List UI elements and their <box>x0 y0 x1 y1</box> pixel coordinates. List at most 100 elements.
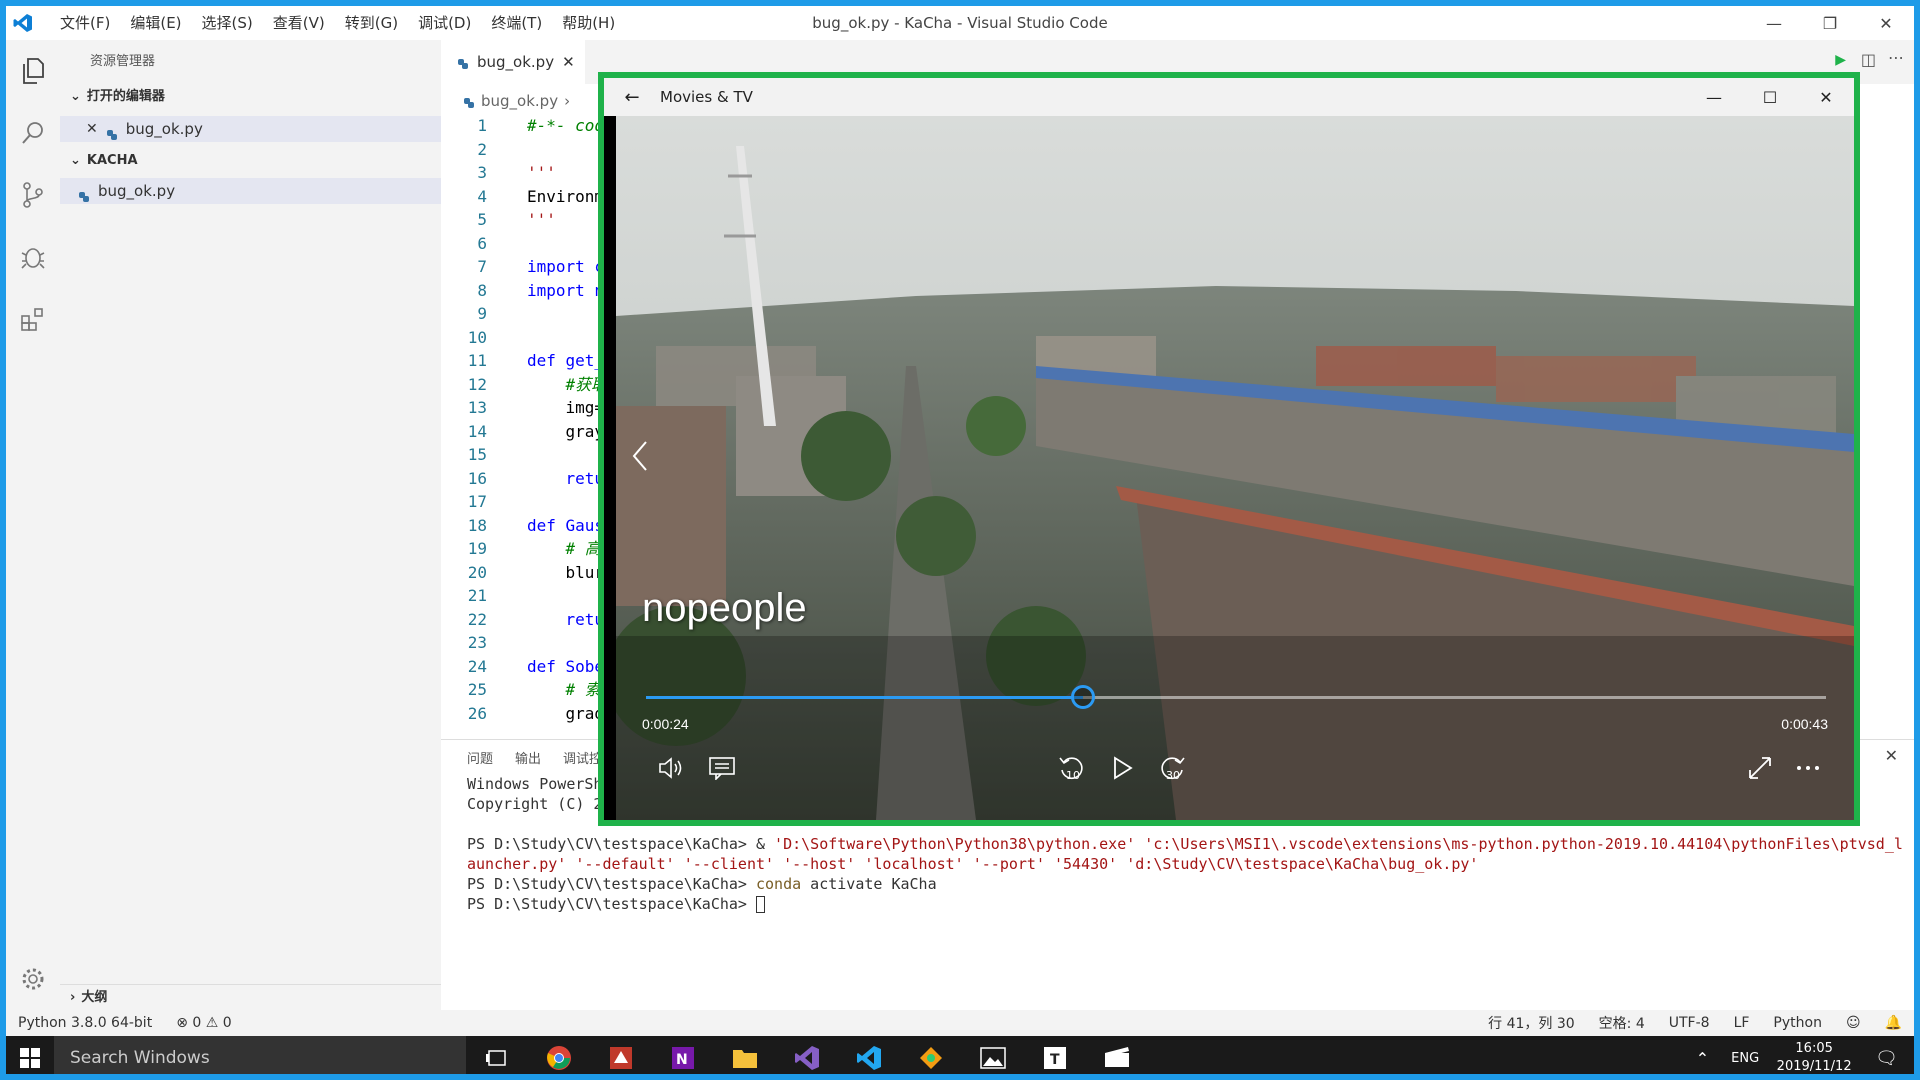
menu-item[interactable]: 查看(V) <box>263 6 335 40</box>
typora-icon[interactable]: T <box>1024 1036 1086 1074</box>
problems-count[interactable]: ⊗ 0 ⚠ 0 <box>164 1015 243 1031</box>
chevron-up-icon[interactable]: ⌃ <box>1684 1049 1721 1068</box>
code-text: import nu <box>527 280 614 300</box>
open-editor-item[interactable]: ✕ bug_ok.py <box>60 116 441 142</box>
more-actions-icon[interactable]: ⋯ <box>1888 48 1904 67</box>
seek-thumb[interactable] <box>1070 685 1095 709</box>
fullscreen-icon[interactable] <box>1740 748 1780 788</box>
terminal-string: auncher.py' '--default' '--client' '--ho… <box>467 855 1479 873</box>
close-icon[interactable]: ✕ <box>86 116 98 142</box>
notifications-bell-icon[interactable]: 🔔 <box>1873 1015 1914 1031</box>
open-editors-section[interactable]: ⌄ 打开的编辑器 <box>60 84 441 110</box>
game-app-icon[interactable] <box>590 1036 652 1074</box>
git-app-icon[interactable] <box>900 1036 962 1074</box>
line-ending[interactable]: LF <box>1722 1015 1762 1031</box>
clock-date: 2019/11/12 <box>1776 1059 1852 1074</box>
panel-close-icon[interactable]: ✕ <box>1885 746 1898 765</box>
menu-bar: 文件(F) 编辑(E) 选择(S) 查看(V) 转到(G) 调试(D) 终端(T) 帮助(H) <box>50 6 625 40</box>
encoding[interactable]: UTF-8 <box>1657 1015 1722 1031</box>
windows-start-icon[interactable] <box>6 1036 54 1074</box>
previous-chevron-icon[interactable] <box>626 436 656 476</box>
movies-tv-window: ← Movies & TV — ☐ ✕ nopeople 0:00:24 0:0… <box>598 72 1860 826</box>
panel-tab[interactable]: 调试控 <box>563 748 602 767</box>
minimize-button[interactable]: — <box>1746 6 1802 40</box>
split-editor-icon[interactable]: ◫ <box>1861 50 1876 69</box>
line-number: 8 <box>477 280 487 300</box>
panel-tab[interactable]: 输出 <box>515 748 541 767</box>
input-language[interactable]: ENG <box>1721 1051 1769 1066</box>
vscode-logo-icon <box>6 6 40 40</box>
open-editors-label: 打开的编辑器 <box>86 89 165 104</box>
volume-icon[interactable] <box>652 748 692 788</box>
more-options-icon[interactable] <box>1788 748 1828 788</box>
movies-maximize-button[interactable]: ☐ <box>1742 78 1798 116</box>
clock-time: 16:05 <box>1795 1041 1833 1056</box>
code-text: img=c <box>527 398 614 417</box>
vscode-taskbar-icon[interactable] <box>838 1036 900 1074</box>
python-interpreter[interactable]: Python 3.8.0 64-bit <box>6 1015 164 1031</box>
taskbar-search[interactable]: Search Windows <box>54 1036 466 1074</box>
clock[interactable]: 16:05 2019/11/12 <box>1769 1040 1859 1074</box>
outline-label: 大纲 <box>81 989 108 1005</box>
menu-item[interactable]: 编辑(E) <box>120 6 191 40</box>
menu-item[interactable]: 文件(F) <box>50 6 120 40</box>
source-control-icon[interactable] <box>6 164 60 226</box>
photos-icon[interactable] <box>962 1036 1024 1074</box>
explorer-icon[interactable] <box>6 40 60 102</box>
indentation[interactable]: 空格: 4 <box>1587 1013 1657 1033</box>
settings-gear-icon[interactable] <box>6 948 60 1010</box>
close-button[interactable]: ✕ <box>1858 6 1914 40</box>
line-number: 23 <box>467 633 487 652</box>
subtitles-icon[interactable] <box>702 748 742 788</box>
prompt: PS D:\Study\CV\testspace\KaCha> <box>467 875 756 893</box>
feedback-smiley-icon[interactable]: ☺ <box>1834 1015 1873 1031</box>
folder-file-item[interactable]: bug_ok.py <box>60 178 441 204</box>
maximize-button[interactable]: ❐ <box>1802 6 1858 40</box>
movies-tv-icon[interactable] <box>1086 1036 1148 1074</box>
debug-icon[interactable] <box>6 226 60 288</box>
seek-bar[interactable] <box>646 685 1826 709</box>
menu-item[interactable]: 选择(S) <box>192 6 263 40</box>
menu-item[interactable]: 转到(G) <box>335 6 408 40</box>
task-view-icon[interactable] <box>466 1036 528 1074</box>
action-center-icon[interactable]: 🗨 <box>1859 1048 1914 1069</box>
code-text: gray= <box>527 421 614 441</box>
line-number: 3 <box>477 163 487 182</box>
terminal-line: PS D:\Study\CV\testspace\KaCha> conda ac… <box>467 874 1914 894</box>
cursor-position[interactable]: 行 41，列 30 <box>1476 1013 1587 1033</box>
movies-titlebar: ← Movies & TV — ☐ ✕ <box>604 78 1854 116</box>
tab-close-icon[interactable]: ✕ <box>562 53 575 71</box>
menu-item[interactable]: 调试(D) <box>408 6 481 40</box>
code-text: retur <box>527 468 614 488</box>
movies-minimize-button[interactable]: — <box>1686 78 1742 116</box>
visual-studio-icon[interactable] <box>776 1036 838 1074</box>
code-text: ''' <box>527 210 556 229</box>
skip-forward-icon[interactable]: 30 <box>1152 748 1192 788</box>
search-icon[interactable] <box>6 102 60 164</box>
language-mode[interactable]: Python <box>1761 1015 1834 1031</box>
run-icon[interactable]: ▶ <box>1835 52 1846 68</box>
video-frame[interactable]: nopeople 0:00:24 0:00:43 10 30 <box>616 116 1854 820</box>
search-placeholder: Search Windows <box>70 1048 210 1068</box>
onenote-icon[interactable]: N <box>652 1036 714 1074</box>
seek-progress <box>646 696 1083 699</box>
skip-forward-label: 30 <box>1166 769 1180 782</box>
outline-section[interactable]: › 大纲 <box>60 984 441 1010</box>
movies-close-button[interactable]: ✕ <box>1798 78 1854 116</box>
extensions-icon[interactable] <box>6 288 60 350</box>
tab-bug-ok[interactable]: bug_ok.py ✕ <box>441 40 585 84</box>
menu-item[interactable]: 终端(T) <box>481 6 552 40</box>
line-number: 2 <box>477 139 487 159</box>
panel-tab[interactable]: 问题 <box>467 748 493 767</box>
line-number: 16 <box>467 468 487 488</box>
breadcrumb-file[interactable]: bug_ok.py <box>481 92 558 110</box>
skip-back-icon[interactable]: 10 <box>1052 748 1092 788</box>
menu-item[interactable]: 帮助(H) <box>552 6 625 40</box>
play-icon[interactable] <box>1102 748 1142 788</box>
chrome-icon[interactable] <box>528 1036 590 1074</box>
folder-section[interactable]: ⌄ KACHA <box>60 148 441 174</box>
back-arrow-icon[interactable]: ← <box>604 78 660 116</box>
file-explorer-icon[interactable] <box>714 1036 776 1074</box>
